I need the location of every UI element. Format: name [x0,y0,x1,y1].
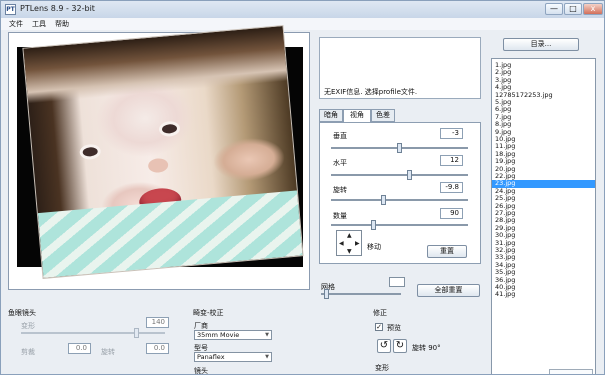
file-list[interactable]: 1.jpg 2.jpg 3.jpg 4.jpg 12785172253.jpg 5.jpg… [491,58,596,374]
rotate-left-icon[interactable]: ↺ [377,339,391,353]
menu-help[interactable]: 帮助 [55,19,69,29]
arrow-right-icon[interactable]: ▶ [355,241,360,247]
vertical-slider[interactable] [331,143,468,153]
exif-message: 无EXIF信息. 选择profile文件. [324,88,418,96]
window-title: PTLens 8.9 - 32-bit [20,4,95,13]
correction-section-title: 修正 [373,309,387,317]
amount-value[interactable]: 90 [440,208,463,219]
fisheye-cut-value[interactable]: 0.0 [68,343,91,354]
photo-hair [23,25,290,104]
perspective-reset-button[interactable]: 重置 [427,245,467,258]
perspective-panel: 垂直 -3 水平 12 旋转 -9.8 数量 90 ▲ ▼ ◀ ▶ 移动 重置 [319,122,481,264]
minimize-button[interactable]: — [545,3,563,15]
maker-select[interactable]: 35mm Movie [194,330,272,340]
vertical-value[interactable]: -3 [440,128,463,139]
rotate-slider-thumb[interactable] [381,195,386,205]
arrow-up-icon[interactable]: ▲ [347,233,352,239]
grid-slider[interactable] [321,289,401,299]
preview-label: 预览 [387,324,401,332]
arrow-down-icon[interactable]: ▼ [347,249,352,255]
image-preview[interactable] [8,25,310,290]
horizontal-label: 水平 [333,159,347,167]
horizontal-value[interactable]: 12 [440,155,463,166]
ptlens-window: PT PTLens 8.9 - 32-bit — □ x 文件 工具 帮助 无E… [0,0,605,375]
title-bar: PT PTLens 8.9 - 32-bit — □ x [1,1,604,18]
vertical-label: 垂直 [333,132,347,140]
fisheye-distortion-slider[interactable] [21,328,165,338]
photo-eye-right [158,120,181,138]
grid-slider-thumb[interactable] [324,289,329,299]
rotate-slider[interactable] [331,195,468,205]
fisheye-rotate-label: 旋转 [101,348,115,356]
fisheye-distortion-label: 变形 [21,322,35,330]
fisheye-distortion-value[interactable]: 140 [146,317,169,328]
amount-slider-thumb[interactable] [371,220,376,230]
bottom-right-button-edge[interactable] [549,369,593,374]
tab-vignette[interactable]: 暗角 [319,109,343,122]
fisheye-rotate-value[interactable]: 0.0 [146,343,169,354]
preview-checkbox[interactable]: ✓ [375,323,383,331]
correction-distortion-label: 变形 [375,364,389,372]
lens-section-title: 畸变-校正 [193,309,224,317]
photo-nose [147,157,169,174]
rotate-90-label: 旋转 90° [412,344,441,352]
amount-label: 数量 [333,212,347,220]
app-icon: PT [5,4,16,15]
vertical-slider-thumb[interactable] [397,143,402,153]
menu-file[interactable]: 文件 [9,19,23,29]
amount-slider[interactable] [331,220,468,230]
fisheye-section-title: 鱼眼镜头 [8,309,36,317]
exif-info-box: 无EXIF信息. 选择profile文件. [319,37,481,99]
move-label: 移动 [367,243,381,251]
tab-chromatic-aberration[interactable]: 色差 [371,109,395,122]
rotate-value[interactable]: -9.8 [440,182,463,193]
photo-eye-left [79,143,102,161]
maximize-button[interactable]: □ [564,3,582,15]
menu-bar: 文件 工具 帮助 [1,18,604,30]
model-select[interactable]: Panaflex [194,352,272,362]
fisheye-distortion-thumb[interactable] [134,328,139,338]
rotate-label: 旋转 [333,186,347,194]
reset-all-button[interactable]: 全部重置 [417,284,480,297]
horizontal-slider[interactable] [331,170,468,180]
lens-label: 镜头 [194,367,208,375]
rotate-right-icon[interactable]: ↻ [393,339,407,353]
move-direction-pad[interactable]: ▲ ▼ ◀ ▶ [336,230,362,256]
fisheye-cut-label: 剪裁 [21,348,35,356]
menu-tools[interactable]: 工具 [32,19,46,29]
file-list-item[interactable]: 41.jpg [495,291,515,298]
arrow-left-icon[interactable]: ◀ [339,241,344,247]
horizontal-slider-thumb[interactable] [407,170,412,180]
close-button[interactable]: x [583,3,603,15]
grid-color-swatch[interactable] [389,277,405,287]
tab-perspective[interactable]: 视角 [343,109,371,123]
directory-button[interactable]: 目录... [503,38,579,51]
corrected-photo [22,25,304,279]
